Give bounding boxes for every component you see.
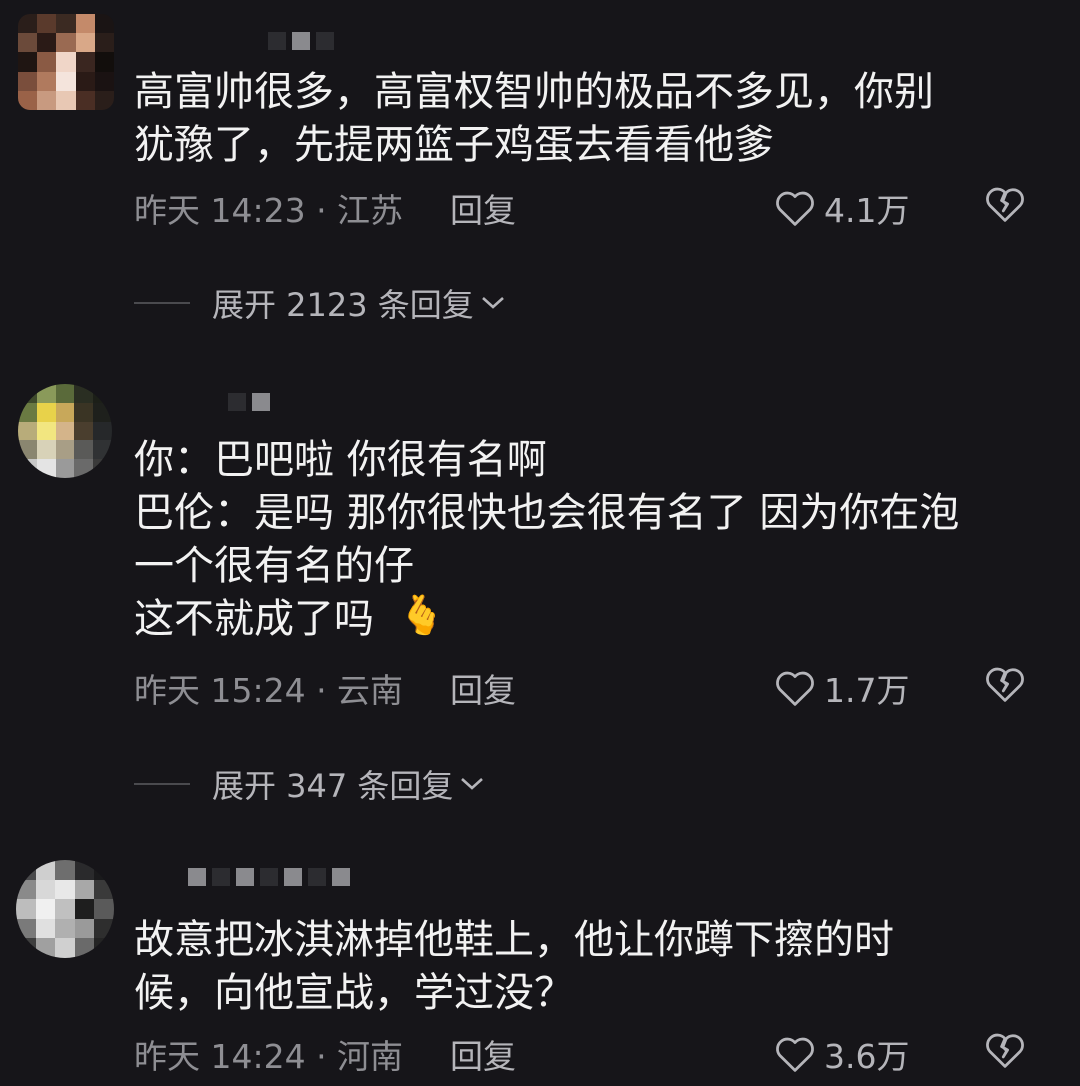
heart-outline-icon <box>776 191 814 226</box>
like-count: 3.6万 <box>824 1037 910 1076</box>
reply-button[interactable]: 回复 <box>450 184 516 232</box>
username-censored[interactable] <box>228 391 270 413</box>
like-button[interactable]: 3.6万 <box>774 1030 909 1078</box>
expand-replies-label: 展开 2123 条回复 <box>212 286 474 324</box>
comment-time-location: 昨天 14:24 · 河南 <box>134 1037 404 1076</box>
comment-meta: 昨天 14:23 · 江苏 回复 4.1万 <box>134 186 1054 230</box>
broken-heart-icon <box>986 187 1024 222</box>
finger-heart-emoji: 🫰 <box>398 593 446 637</box>
like-button[interactable]: 4.1万 <box>774 184 909 232</box>
reply-button[interactable]: 回复 <box>450 1030 516 1078</box>
expand-replies-button[interactable]: 展开 2123 条回复 <box>134 281 506 325</box>
like-count: 4.1万 <box>824 191 910 230</box>
like-button[interactable]: 1.7万 <box>774 664 909 712</box>
dislike-button[interactable] <box>984 185 1026 231</box>
comment-text: 高富帅很多，高富权智帅的极品不多见，你别 犹豫了，先提两篮子鸡蛋去看看他爹 <box>134 69 934 168</box>
divider-line <box>134 783 190 785</box>
heart-outline-icon <box>776 671 814 706</box>
comment-time-location: 昨天 14:23 · 江苏 <box>134 191 404 230</box>
avatar[interactable] <box>18 14 114 110</box>
chevron-down-icon <box>481 297 504 309</box>
comment-time-location: 昨天 15:24 · 云南 <box>134 671 404 710</box>
comment-text: 你：巴吧啦 你很有名啊 巴伦：是吗 那你很快也会很有名了 因为你在泡 一个很有名… <box>134 437 960 642</box>
dislike-button[interactable] <box>984 665 1026 711</box>
expand-replies-button[interactable]: 展开 347 条回复 <box>134 762 485 806</box>
username-censored[interactable] <box>268 30 334 52</box>
avatar[interactable] <box>16 860 114 958</box>
expand-replies-label: 展开 347 条回复 <box>212 767 454 805</box>
comment-meta: 昨天 14:24 · 河南 回复 3.6万 <box>134 1032 1054 1076</box>
chevron-down-icon <box>461 778 484 790</box>
heart-outline-icon <box>776 1037 814 1072</box>
dislike-button[interactable] <box>984 1031 1026 1077</box>
avatar[interactable] <box>18 384 112 478</box>
divider-line <box>134 302 190 304</box>
reply-button[interactable]: 回复 <box>450 664 516 712</box>
like-count: 1.7万 <box>824 671 910 710</box>
comment-meta: 昨天 15:24 · 云南 回复 1.7万 <box>134 666 1054 710</box>
comment-text: 故意把冰淇淋掉他鞋上，他让你蹲下擦的时 候，向他宣战，学过没？ <box>134 917 894 1016</box>
username-censored[interactable] <box>188 866 350 888</box>
broken-heart-icon <box>986 667 1024 702</box>
broken-heart-icon <box>986 1033 1024 1068</box>
